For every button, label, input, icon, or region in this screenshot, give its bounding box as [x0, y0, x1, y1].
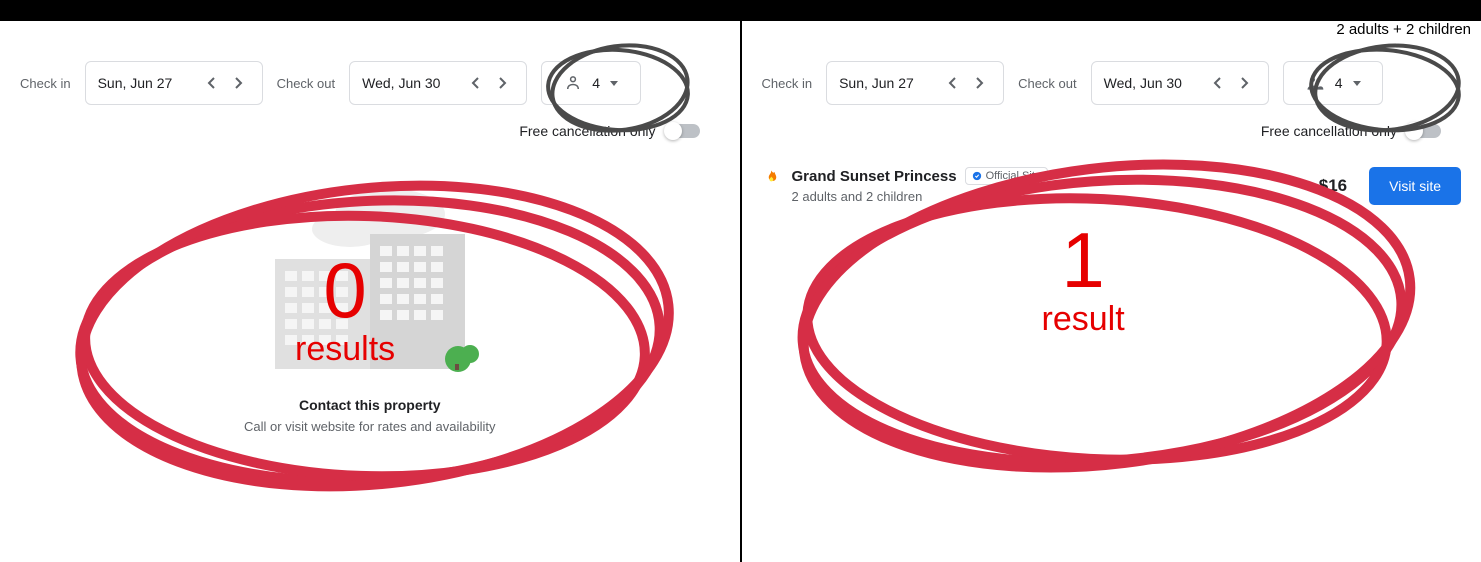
checkin-field[interactable]: Sun, Jun 27 — [85, 61, 263, 105]
annotation-number: 1 — [1042, 221, 1125, 299]
visit-site-button[interactable]: Visit site — [1369, 167, 1461, 205]
checkout-date: Wed, Jun 30 — [1104, 75, 1182, 91]
result-row: Grand Sunset Princess Official Site 2 ad… — [762, 167, 1462, 205]
free-cancel-row: Free cancellation only — [762, 123, 1462, 139]
chevron-right-icon[interactable] — [490, 71, 514, 95]
search-row: Check in Sun, Jun 27 Check out Wed, Jun … — [762, 61, 1462, 105]
verified-icon — [972, 171, 982, 181]
official-site-badge: Official Site — [965, 167, 1048, 185]
left-panel: Check in Sun, Jun 27 Check out Wed, Jun … — [0, 21, 740, 562]
guests-field[interactable]: 4 — [1283, 61, 1383, 105]
checkin-label: Check in — [762, 76, 813, 91]
guests-tooltip: 2 adults + 2 children — [1336, 21, 1471, 38]
guest-count: 4 — [1335, 75, 1343, 91]
fire-icon — [762, 169, 780, 187]
free-cancel-label: Free cancellation only — [1261, 123, 1397, 139]
dropdown-arrow-icon — [610, 81, 618, 86]
result-main: Grand Sunset Princess Official Site 2 ad… — [792, 167, 1307, 204]
empty-state-subtitle: Call or visit website for rates and avai… — [20, 419, 720, 434]
free-cancel-toggle[interactable] — [666, 124, 700, 138]
guest-count: 4 — [592, 75, 600, 91]
checkin-label: Check in — [20, 76, 71, 91]
checkin-field[interactable]: Sun, Jun 27 — [826, 61, 1004, 105]
badge-text: Official Site — [986, 170, 1041, 182]
annotation-one: 1 result — [1042, 221, 1125, 340]
result-price: $16 — [1319, 176, 1347, 196]
scribble-annotation — [772, 151, 1432, 511]
checkin-date: Sun, Jun 27 — [98, 75, 173, 91]
checkin-nav — [941, 71, 991, 95]
checkout-nav — [464, 71, 514, 95]
chevron-left-icon[interactable] — [1206, 71, 1230, 95]
checkout-nav — [1206, 71, 1256, 95]
result-title-row: Grand Sunset Princess Official Site — [792, 167, 1307, 185]
buildings-illustration — [240, 179, 500, 379]
checkin-date: Sun, Jun 27 — [839, 75, 914, 91]
checkout-field[interactable]: Wed, Jun 30 — [349, 61, 527, 105]
empty-state-title: Contact this property — [20, 397, 720, 413]
main-container: Check in Sun, Jun 27 Check out Wed, Jun … — [0, 0, 1481, 562]
dropdown-arrow-icon — [1353, 81, 1361, 86]
chevron-left-icon[interactable] — [941, 71, 965, 95]
annotation-label: result — [1042, 299, 1125, 340]
chevron-right-icon[interactable] — [967, 71, 991, 95]
checkout-label: Check out — [277, 76, 336, 91]
chevron-left-icon[interactable] — [200, 71, 224, 95]
checkout-date: Wed, Jun 30 — [362, 75, 440, 91]
search-row: Check in Sun, Jun 27 Check out Wed, Jun … — [20, 61, 720, 105]
checkout-label: Check out — [1018, 76, 1077, 91]
chevron-right-icon[interactable] — [1232, 71, 1256, 95]
person-icon — [564, 74, 582, 92]
people-icon — [1305, 74, 1325, 92]
checkout-field[interactable]: Wed, Jun 30 — [1091, 61, 1269, 105]
result-title[interactable]: Grand Sunset Princess — [792, 168, 957, 185]
chevron-left-icon[interactable] — [464, 71, 488, 95]
checkin-nav — [200, 71, 250, 95]
empty-state: Contact this property Call or visit webs… — [20, 179, 720, 434]
right-panel: 2 adults + 2 children Check in Sun, Jun … — [742, 21, 1481, 562]
guests-field[interactable]: 4 — [541, 61, 641, 105]
result-subtitle: 2 adults and 2 children — [792, 189, 1307, 204]
free-cancel-label: Free cancellation only — [519, 123, 655, 139]
free-cancel-row: Free cancellation only — [20, 123, 720, 139]
free-cancel-toggle[interactable] — [1407, 124, 1441, 138]
chevron-right-icon[interactable] — [226, 71, 250, 95]
